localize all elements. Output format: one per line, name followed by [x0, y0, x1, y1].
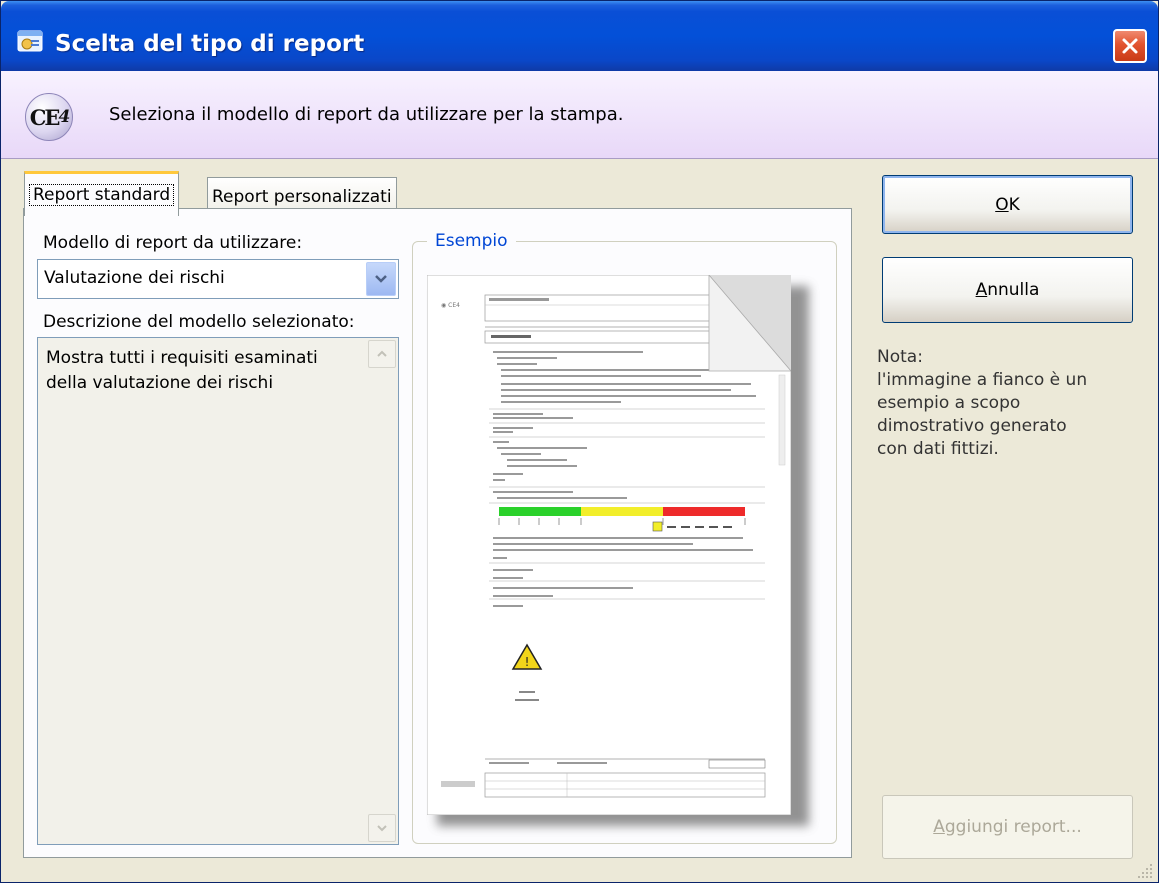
- resize-grip-icon[interactable]: [1135, 861, 1155, 881]
- close-icon: [1122, 38, 1138, 54]
- scroll-down-button[interactable]: [368, 814, 396, 842]
- cancel-button[interactable]: Annulla: [882, 257, 1133, 323]
- model-select[interactable]: Valutazione dei rischi: [37, 259, 399, 299]
- add-report-mnemonic: A: [933, 817, 945, 837]
- note-text: Nota: l'immagine a fianco è un esempio a…: [877, 346, 1117, 461]
- tab-report-standard[interactable]: Report standard: [24, 171, 180, 216]
- svg-text:◉ CE4: ◉ CE4: [441, 302, 460, 309]
- app-window-icon: [17, 30, 43, 52]
- note-line: esempio a scopo: [877, 393, 1021, 413]
- description-label: Descrizione del modello selezionato:: [43, 312, 355, 332]
- add-report-label: ggiungi report...: [944, 817, 1082, 837]
- description-text: Mostra tutti i requisiti esaminati della…: [46, 346, 356, 396]
- window-title: Scelta del tipo di report: [55, 31, 365, 57]
- dialog-header: CE 4 Seleziona il modello di report da ut…: [1, 71, 1158, 159]
- cancel-mnemonic: A: [975, 280, 988, 300]
- dialog-window: Scelta del tipo di report CE 4 Seleziona …: [0, 0, 1159, 883]
- add-report-button[interactable]: Aggiungi report...: [882, 795, 1133, 859]
- svg-text:!: !: [525, 655, 530, 669]
- tab-label: Report personalizzati: [212, 186, 392, 207]
- ok-mnemonic: O: [995, 194, 1009, 215]
- title-bar[interactable]: Scelta del tipo di report: [1, 1, 1158, 71]
- tab-label: Report standard: [29, 184, 175, 206]
- cancel-label: nnulla: [987, 280, 1040, 300]
- note-line: con dati fittizi.: [877, 439, 999, 459]
- description-line: della valutazione dei rischi: [46, 373, 274, 393]
- note-line: Nota:: [877, 347, 923, 367]
- example-caption: Esempio: [427, 231, 516, 251]
- description-scrollbar[interactable]: [368, 340, 396, 842]
- model-label: Modello di report da utilizzare:: [43, 233, 303, 253]
- report-preview-image: ◉ CE4 !: [427, 275, 791, 815]
- header-instruction: Seleziona il modello di report da utiliz…: [109, 104, 624, 125]
- scroll-up-button[interactable]: [368, 340, 396, 368]
- description-line: Mostra tutti i requisiti esaminati: [46, 348, 318, 368]
- ok-label: K: [1008, 194, 1020, 215]
- chevron-down-icon: [377, 825, 387, 832]
- model-select-dropdown-button[interactable]: [366, 262, 396, 296]
- chevron-down-icon: [375, 275, 387, 283]
- app-logo: CE 4: [25, 93, 73, 141]
- note-line: dimostrativo generato: [877, 416, 1067, 436]
- model-select-value: Valutazione dei rischi: [44, 268, 225, 288]
- ok-button[interactable]: OK: [882, 175, 1133, 234]
- description-textbox[interactable]: Mostra tutti i requisiti esaminati della…: [37, 337, 399, 845]
- note-line: l'immagine a fianco è un: [877, 370, 1088, 390]
- chevron-up-icon: [377, 350, 387, 357]
- close-button[interactable]: [1113, 29, 1147, 63]
